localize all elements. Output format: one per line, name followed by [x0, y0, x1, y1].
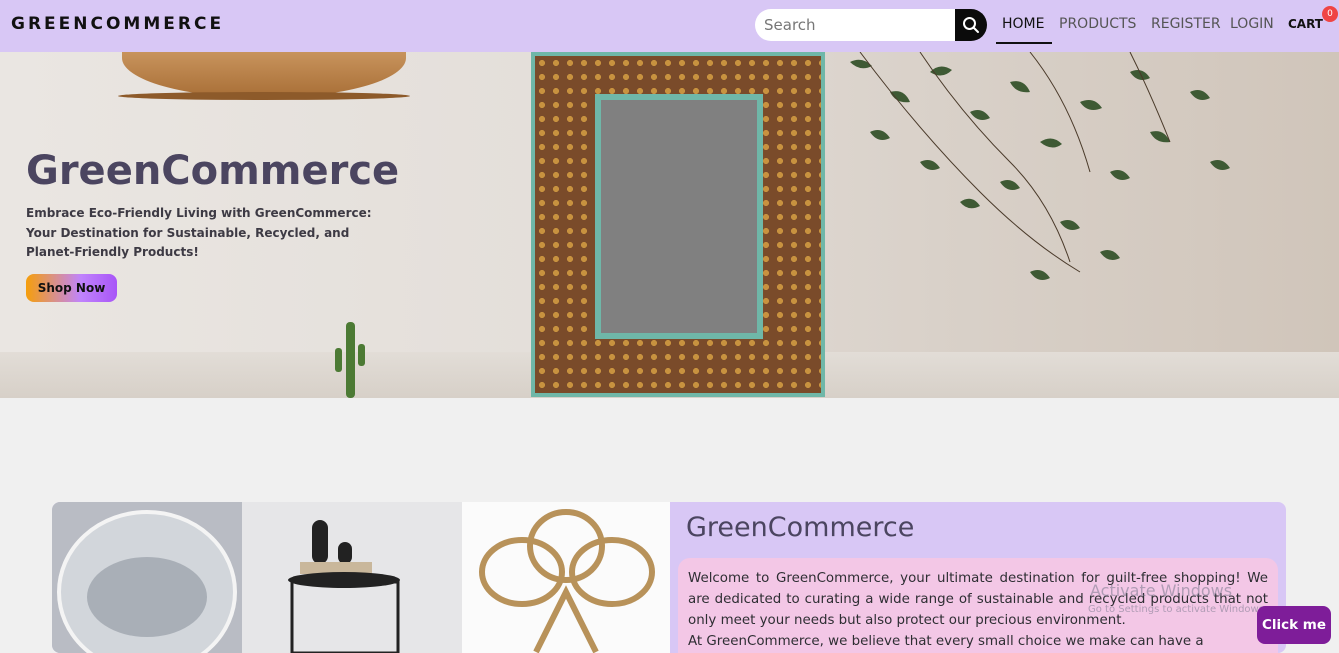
activate-windows-subtext: Go to Settings to activate Windows.	[1088, 604, 1268, 615]
mirror-glass	[595, 94, 763, 339]
search-bar	[755, 9, 987, 41]
about-paragraph-2: At GreenCommerce, we believe that every …	[688, 634, 1204, 649]
brand-logo[interactable]: GREENCOMMERCE	[11, 14, 224, 34]
nav-products[interactable]: PRODUCTS	[1059, 16, 1136, 32]
active-nav-indicator	[996, 42, 1052, 44]
product-gallery	[52, 502, 670, 653]
gallery-image-side-table	[242, 502, 462, 653]
nav-login[interactable]: LOGIN	[1230, 16, 1274, 32]
hero-title: GreenCommerce	[26, 148, 400, 194]
search-icon	[963, 17, 979, 33]
nav-home[interactable]: HOME	[1002, 16, 1044, 32]
shop-now-button[interactable]: Shop Now	[26, 274, 117, 302]
hero-banner: GreenCommerce Embrace Eco-Friendly Livin…	[0, 52, 1339, 398]
hanging-plant-image	[850, 52, 1230, 280]
search-input[interactable]	[755, 9, 955, 41]
nav-register[interactable]: REGISTER	[1151, 16, 1221, 32]
about-section: GreenCommerce Welcome to GreenCommerce, …	[52, 502, 1286, 653]
cart-count-badge: 0	[1322, 6, 1338, 22]
hero-subtitle: Embrace Eco-Friendly Living with GreenCo…	[26, 206, 372, 259]
click-me-button[interactable]: Click me	[1257, 606, 1331, 644]
gallery-image-rattan-chair	[462, 502, 670, 653]
cart-link[interactable]: CART	[1288, 17, 1323, 31]
cactus-image	[335, 322, 365, 398]
pendant-lamp-rim	[118, 92, 410, 100]
decorative-mirror-image	[531, 52, 825, 397]
activate-windows-watermark: Activate Windows	[1090, 581, 1233, 600]
navbar: GREENCOMMERCE HOME PRODUCTS REGISTER LOG…	[0, 0, 1339, 52]
search-button[interactable]	[955, 9, 987, 41]
about-title: GreenCommerce	[686, 512, 915, 543]
gallery-image-chair	[52, 502, 242, 653]
